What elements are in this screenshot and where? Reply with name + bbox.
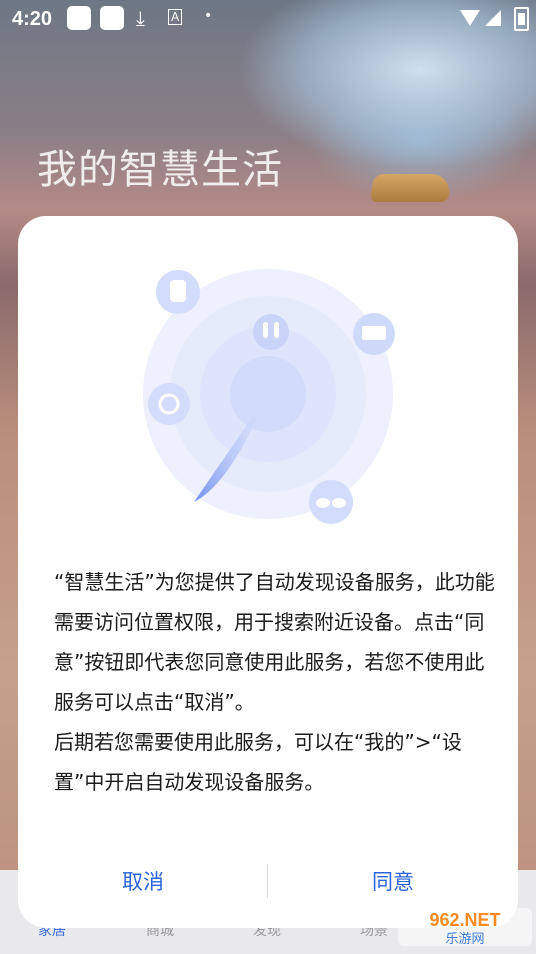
- watch-icon: [148, 383, 190, 425]
- site-watermark: 962.NET 乐游网: [398, 908, 532, 947]
- battery-icon: [514, 7, 529, 31]
- permission-message: “智慧生活”为您提供了自动发现设备服务，此功能需要访问位置权限，用于搜索附近设备…: [54, 570, 495, 794]
- radar-illustration: [143, 269, 395, 524]
- dot-icon: •: [204, 8, 213, 24]
- status-time: 4:20: [12, 8, 53, 30]
- a-icon: A: [168, 9, 183, 25]
- wifi-icon: [460, 10, 480, 26]
- chair-decoration: [370, 174, 452, 214]
- glasses-icon: [309, 480, 353, 524]
- agree-button[interactable]: 同意: [268, 862, 518, 902]
- download-icon: ⤓: [136, 6, 145, 30]
- notification-square-icon: [67, 6, 91, 30]
- watermark-bottom-text: 乐游网: [445, 932, 484, 947]
- status-bar: 4:20 ⤓ A •: [0, 0, 536, 36]
- earbuds-icon: [253, 314, 289, 350]
- watermark-top-text: 962.NET: [429, 910, 500, 930]
- tv-icon: [353, 313, 395, 355]
- notification-square-icon: [100, 6, 124, 30]
- page-title: 我的智慧生活: [37, 147, 283, 193]
- signal-icon: [485, 10, 501, 26]
- speaker-icon: [156, 270, 200, 314]
- cancel-button[interactable]: 取消: [18, 862, 268, 902]
- permission-dialog: “智慧生活”为您提供了自动发现设备服务，此功能需要访问位置权限，用于搜索附近设备…: [18, 216, 518, 928]
